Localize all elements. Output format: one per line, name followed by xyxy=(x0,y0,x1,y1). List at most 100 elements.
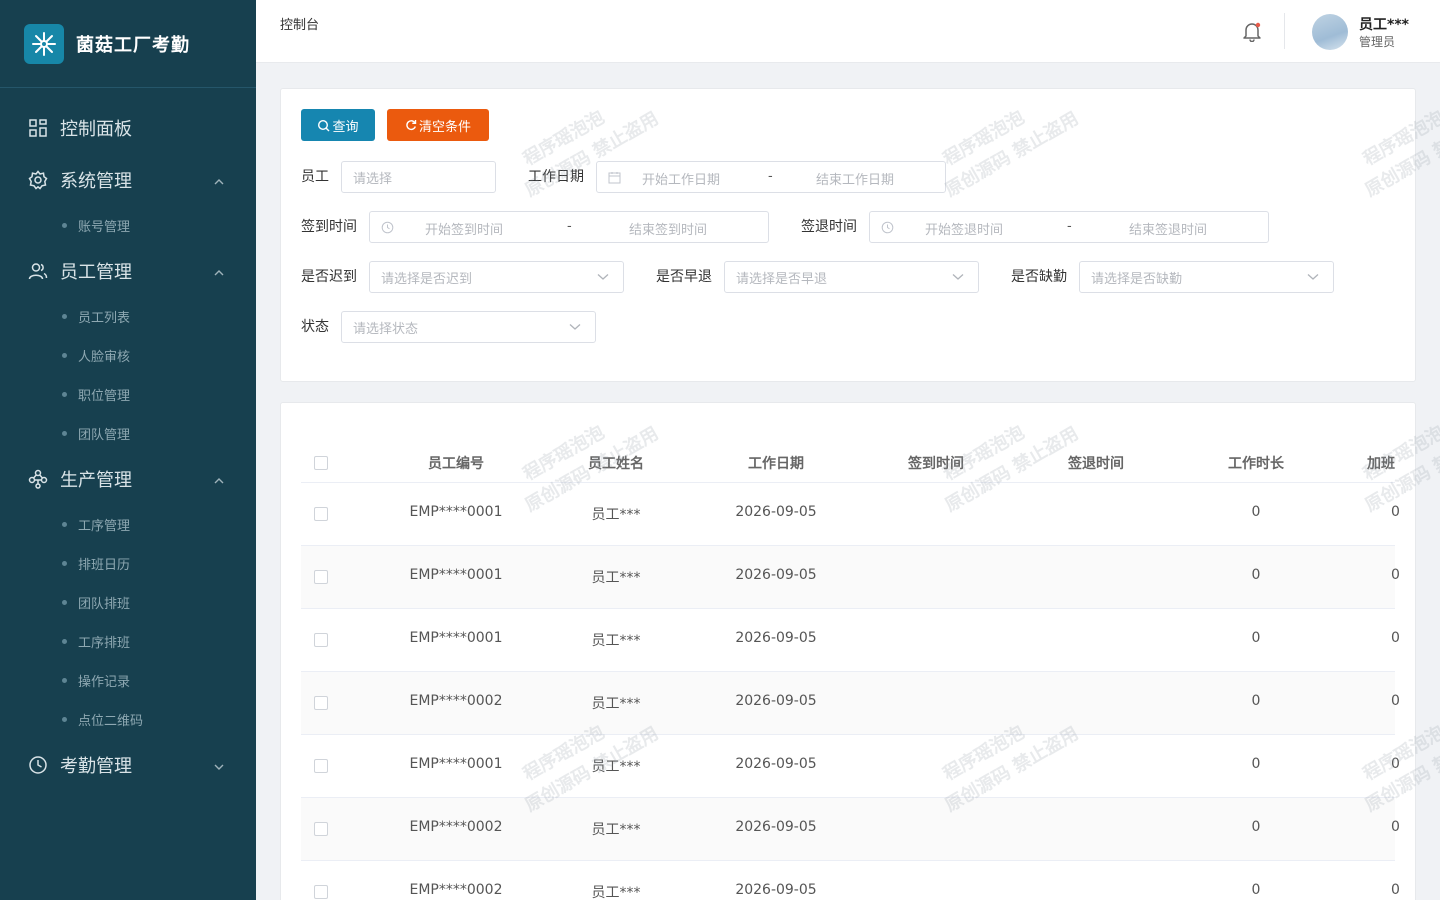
sidebar-subitem[interactable]: 工序排班 xyxy=(0,622,256,661)
table-row[interactable]: EMP****0001 员工*** 2026-09-05 0 0 xyxy=(301,609,1400,672)
column-header[interactable]: 签到时间 xyxy=(856,453,1016,473)
cell-hours: 0 xyxy=(1251,819,1261,835)
chevron-up-icon xyxy=(212,472,226,486)
sidebar-subitem[interactable]: 团队排班 xyxy=(0,583,256,622)
column-header[interactable]: 员工编号 xyxy=(376,453,536,473)
checkout-end[interactable]: 结束签退时间 xyxy=(1129,219,1207,238)
brand[interactable]: 菌菇工厂考勤 xyxy=(0,0,256,88)
cell-date: 2026-09-05 xyxy=(735,630,817,646)
cell-name: 员工*** xyxy=(591,696,641,712)
attendance-table: 员工编号 员工姓名 工作日期 签到时间 签退时间 工作时长 加班 EMP****0001 员工… xyxy=(280,402,1416,900)
checkin-end[interactable]: 结束签到时间 xyxy=(629,219,707,238)
row-checkbox[interactable] xyxy=(314,885,328,899)
checkin-start[interactable]: 开始签到时间 xyxy=(425,219,503,238)
column-header[interactable]: 签退时间 xyxy=(1016,453,1176,473)
work-date-range[interactable]: 开始工作日期 - 结束工作日期 xyxy=(596,161,946,193)
absent-select[interactable]: 请选择是否缺勤 xyxy=(1079,261,1334,293)
row-checkbox[interactable] xyxy=(314,759,328,773)
row-checkbox[interactable] xyxy=(314,570,328,584)
chevron-up-icon xyxy=(212,264,226,278)
checkin-separator: - xyxy=(567,219,572,234)
sidebar-item-label: 控制面板 xyxy=(60,119,132,140)
column-header[interactable]: 工作日期 xyxy=(696,453,856,473)
bullet-dot xyxy=(62,431,67,436)
sidebar-item-network[interactable]: 生产管理 xyxy=(0,453,256,505)
column-header[interactable]: 员工姓名 xyxy=(536,453,696,473)
query-button[interactable]: 查询 xyxy=(301,109,375,141)
early-placeholder: 请选择是否早退 xyxy=(736,271,828,287)
cell-emp-no: EMP****0001 xyxy=(409,756,503,772)
sidebar: 菌菇工厂考勤 控制面板系统管理 账号管理 员工管理员工列表人脸审核 职位管理 团队管理生… xyxy=(0,0,256,900)
sidebar-subitem-label: 工序排班 xyxy=(78,636,131,651)
early-label: 是否早退 xyxy=(656,269,712,285)
early-select[interactable]: 请选择是否早退 xyxy=(724,261,979,293)
user-name[interactable]: 员工*** xyxy=(1359,14,1409,34)
sidebar-subitem[interactable]: 团队管理 xyxy=(0,414,256,453)
checkout-start[interactable]: 开始签退时间 xyxy=(925,219,1003,238)
status-label: 状态 xyxy=(301,319,329,335)
breadcrumb[interactable]: 控制台 xyxy=(280,14,319,33)
dashboard-icon xyxy=(28,118,48,138)
sidebar-subitem[interactable]: 排班日历 xyxy=(0,544,256,583)
bullet-dot xyxy=(62,678,67,683)
table-row[interactable]: EMP****0001 员工*** 2026-09-05 0 0 xyxy=(301,483,1400,546)
cell-overtime: 0 xyxy=(1391,504,1400,520)
clock-icon xyxy=(381,221,394,234)
gear-icon xyxy=(28,170,48,190)
table-row[interactable]: EMP****0002 员工*** 2026-09-05 0 0 xyxy=(301,861,1400,900)
work-date-label: 工作日期 xyxy=(528,169,584,185)
column-header[interactable]: 工作时长 xyxy=(1176,453,1336,473)
work-date-end[interactable]: 结束工作日期 xyxy=(816,169,894,188)
sidebar-subitem-label: 点位二维码 xyxy=(78,714,144,729)
sidebar-subitem-label: 员工列表 xyxy=(78,311,131,326)
row-checkbox[interactable] xyxy=(314,696,328,710)
logo-icon xyxy=(24,23,64,64)
column-header[interactable]: 加班 xyxy=(1341,453,1415,473)
sidebar-item-dashboard[interactable]: 控制面板 xyxy=(0,102,256,154)
sidebar-subitem[interactable]: 工序管理 xyxy=(0,505,256,544)
sidebar-subitem[interactable]: 点位二维码 xyxy=(0,700,256,739)
status-select[interactable]: 请选择状态 xyxy=(341,311,596,343)
sidebar-subitem[interactable]: 操作记录 xyxy=(0,661,256,700)
row-checkbox[interactable] xyxy=(314,633,328,647)
sidebar-item-label: 生产管理 xyxy=(60,470,132,491)
cell-date: 2026-09-05 xyxy=(735,504,817,520)
top-header: 控制台 员工*** 管理员 xyxy=(256,0,1440,63)
bullet-dot xyxy=(62,639,67,644)
table-row[interactable]: EMP****0001 员工*** 2026-09-05 0 0 xyxy=(301,735,1400,798)
employee-select[interactable]: 请选择 xyxy=(341,161,496,193)
table-row[interactable]: EMP****0002 员工*** 2026-09-05 0 0 xyxy=(301,672,1400,735)
cell-overtime: 0 xyxy=(1391,756,1400,772)
bullet-dot xyxy=(62,600,67,605)
chevron-down-icon xyxy=(569,324,581,330)
work-date-start[interactable]: 开始工作日期 xyxy=(642,169,720,188)
sidebar-subitem[interactable]: 职位管理 xyxy=(0,375,256,414)
sidebar-item-clock[interactable]: 考勤管理 xyxy=(0,739,256,791)
sidebar-subitem[interactable]: 人脸审核 xyxy=(0,336,256,375)
cell-hours: 0 xyxy=(1251,504,1261,520)
sidebar-item-gear[interactable]: 系统管理 xyxy=(0,154,256,206)
cell-overtime: 0 xyxy=(1391,819,1400,835)
table-row[interactable]: EMP****0002 员工*** 2026-09-05 0 0 xyxy=(301,798,1400,861)
sidebar-subitem[interactable]: 员工列表 xyxy=(0,297,256,336)
clear-button[interactable]: 清空条件 xyxy=(387,109,489,141)
late-select[interactable]: 请选择是否迟到 xyxy=(369,261,624,293)
select-all-checkbox[interactable] xyxy=(314,456,328,470)
cell-date: 2026-09-05 xyxy=(735,819,817,835)
checkin-range[interactable]: 开始签到时间 - 结束签到时间 xyxy=(369,211,769,243)
row-checkbox[interactable] xyxy=(314,507,328,521)
sidebar-subitem[interactable]: 账号管理 xyxy=(0,206,256,245)
row-checkbox[interactable] xyxy=(314,822,328,836)
avatar[interactable] xyxy=(1312,14,1348,50)
query-label: 查询 xyxy=(332,119,359,135)
sidebar-item-users[interactable]: 员工管理 xyxy=(0,245,256,297)
checkout-range[interactable]: 开始签退时间 - 结束签退时间 xyxy=(869,211,1269,243)
status-placeholder: 请选择状态 xyxy=(353,321,419,337)
search-icon xyxy=(318,119,330,131)
late-label: 是否迟到 xyxy=(301,269,357,285)
app-title: 菌菇工厂考勤 xyxy=(76,34,190,56)
cell-name: 员工*** xyxy=(591,885,641,900)
bell-icon[interactable] xyxy=(1241,20,1263,43)
bullet-dot xyxy=(62,561,67,566)
table-row[interactable]: EMP****0001 员工*** 2026-09-05 0 0 xyxy=(301,546,1400,609)
